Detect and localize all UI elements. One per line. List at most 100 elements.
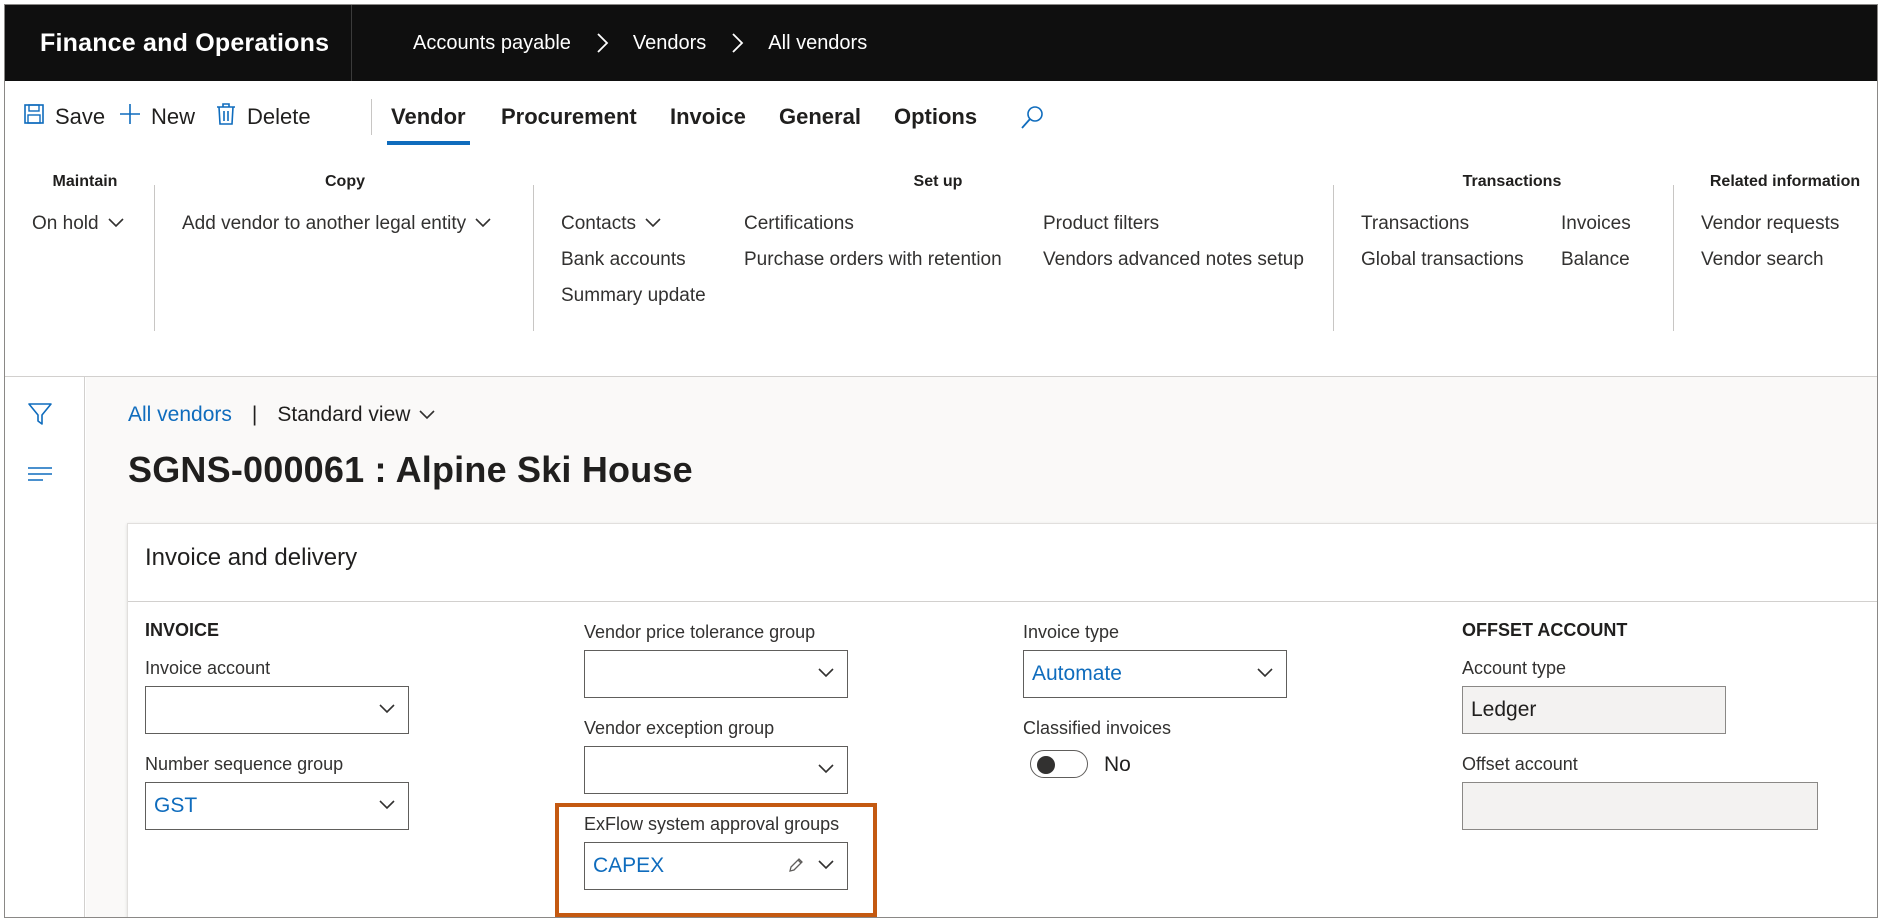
view-separator: | (251, 403, 258, 426)
tab-options[interactable]: Options (894, 99, 977, 135)
exflow-approval-value: CAPEX (593, 854, 665, 877)
record-title: SGNS-000061 : Alpine Ski House (128, 449, 693, 490)
product-filters-button[interactable]: Product filters (1043, 213, 1159, 235)
add-vendor-label: Add vendor to another legal entity (182, 213, 467, 234)
action-pane: Save New Delete Vendor Procurement Invoi… (5, 81, 1877, 155)
breadcrumb-vendors[interactable]: Vendors (633, 32, 706, 55)
contacts-dropdown[interactable]: Contacts (561, 213, 662, 235)
tab-vendor[interactable]: Vendor (387, 99, 470, 145)
bank-accounts-button[interactable]: Bank accounts (561, 249, 686, 271)
topbar-divider (351, 5, 352, 81)
offset-account-heading: OFFSET ACCOUNT (1462, 620, 1628, 640)
global-transactions-button[interactable]: Global transactions (1361, 249, 1524, 271)
fasttab-header[interactable]: Invoice and delivery (128, 524, 1877, 602)
chevron-down-icon (466, 213, 492, 235)
fasttab-title[interactable]: Invoice and delivery (145, 544, 357, 572)
new-button[interactable]: New (119, 99, 195, 135)
chevron-right-icon (726, 32, 748, 54)
invoice-type-label: Invoice type (1023, 622, 1120, 642)
tab-procurement[interactable]: Procurement (501, 99, 637, 135)
summary-update-button[interactable]: Summary update (561, 285, 706, 307)
balance-button[interactable]: Balance (1561, 249, 1630, 271)
invoice-type-value: Automate (1032, 662, 1122, 685)
chevron-down-icon (1256, 666, 1274, 684)
group-title-related-information: Related information (1709, 173, 1861, 190)
breadcrumb-all-vendors[interactable]: All vendors (768, 32, 867, 55)
invoice-delivery-fasttab: Invoice and delivery INVOICE Invoice acc… (127, 523, 1877, 917)
classified-invoices-label: Classified invoices (1023, 718, 1172, 738)
chevron-down-icon (817, 858, 835, 876)
group-separator (533, 185, 534, 331)
offset-account-label: Offset account (1462, 754, 1578, 774)
chevron-down-icon (636, 213, 662, 235)
chevron-down-icon (378, 702, 396, 720)
delete-button[interactable]: Delete (215, 99, 311, 135)
number-sequence-field[interactable]: GST (145, 782, 409, 830)
vendors-advanced-notes-button[interactable]: Vendors advanced notes setup (1043, 249, 1304, 271)
action-divider (371, 99, 372, 135)
toggle-knob (1037, 756, 1055, 774)
add-vendor-legal-entity-dropdown[interactable]: Add vendor to another legal entity (182, 213, 492, 235)
invoices-button[interactable]: Invoices (1561, 213, 1631, 235)
filter-icon[interactable] (25, 399, 55, 429)
top-navigation-bar: Finance and Operations Accounts payable … (5, 5, 1877, 81)
account-type-field: Ledger (1462, 686, 1726, 734)
breadcrumb: Accounts payable Vendors All vendors (413, 5, 867, 81)
view-bar: All vendors | Standard view (128, 403, 436, 427)
trash-icon (215, 102, 247, 132)
chevron-right-icon (591, 32, 613, 54)
invoice-section-heading: INVOICE (145, 620, 220, 640)
invoice-account-label: Invoice account (145, 658, 271, 678)
group-title-setup: Set up (913, 173, 963, 190)
save-icon (23, 103, 55, 131)
content-area: All vendors | Standard view SGNS-000061 … (86, 377, 1877, 917)
classified-invoices-state: No (1104, 753, 1131, 776)
group-separator (1673, 185, 1674, 331)
save-button[interactable]: Save (23, 99, 105, 135)
tab-general[interactable]: General (779, 99, 861, 135)
group-separator (1333, 185, 1334, 331)
chevron-down-icon (378, 798, 396, 816)
exception-group-label: Vendor exception group (584, 718, 775, 738)
save-label: Save (55, 104, 106, 129)
vendor-search-button[interactable]: Vendor search (1701, 249, 1824, 271)
invoice-account-field[interactable] (145, 686, 409, 734)
plus-icon (119, 103, 151, 131)
invoice-type-field[interactable]: Automate (1023, 650, 1287, 698)
on-hold-label: On hold (32, 213, 99, 234)
view-selector[interactable]: Standard view (277, 403, 436, 427)
lines-icon[interactable] (25, 459, 55, 489)
offset-account-field (1462, 782, 1818, 830)
breadcrumb-accounts-payable[interactable]: Accounts payable (413, 32, 571, 55)
exflow-approval-field[interactable]: CAPEX (584, 842, 848, 890)
delete-label: Delete (247, 104, 311, 129)
transactions-button[interactable]: Transactions (1361, 213, 1469, 235)
chevron-down-icon (99, 213, 125, 235)
on-hold-dropdown[interactable]: On hold (32, 213, 125, 235)
group-separator (154, 185, 155, 331)
vendor-requests-button[interactable]: Vendor requests (1701, 213, 1839, 235)
classified-invoices-toggle[interactable] (1030, 750, 1088, 778)
new-label: New (151, 104, 196, 129)
group-title-copy: Copy (325, 173, 365, 190)
certifications-button[interactable]: Certifications (744, 213, 854, 235)
chevron-down-icon (817, 762, 835, 780)
number-sequence-value: GST (154, 794, 198, 817)
price-tolerance-field[interactable] (584, 650, 848, 698)
contacts-label: Contacts (561, 213, 636, 234)
tab-invoice[interactable]: Invoice (670, 99, 746, 135)
number-sequence-label: Number sequence group (145, 754, 344, 774)
pencil-icon[interactable] (787, 856, 805, 879)
chevron-down-icon (410, 403, 436, 427)
price-tolerance-label: Vendor price tolerance group (584, 622, 816, 642)
search-icon[interactable] (1017, 103, 1047, 133)
action-ribbon: Maintain On hold Copy Add vendor to anot… (5, 155, 1877, 377)
all-vendors-link[interactable]: All vendors (128, 403, 232, 427)
exception-group-field[interactable] (584, 746, 848, 794)
view-name: Standard view (277, 403, 411, 426)
purchase-orders-retention-button[interactable]: Purchase orders with retention (744, 249, 1002, 271)
account-type-label: Account type (1462, 658, 1567, 678)
group-title-transactions: Transactions (1462, 173, 1562, 190)
app-title[interactable]: Finance and Operations (40, 5, 329, 81)
group-title-maintain: Maintain (52, 173, 118, 190)
